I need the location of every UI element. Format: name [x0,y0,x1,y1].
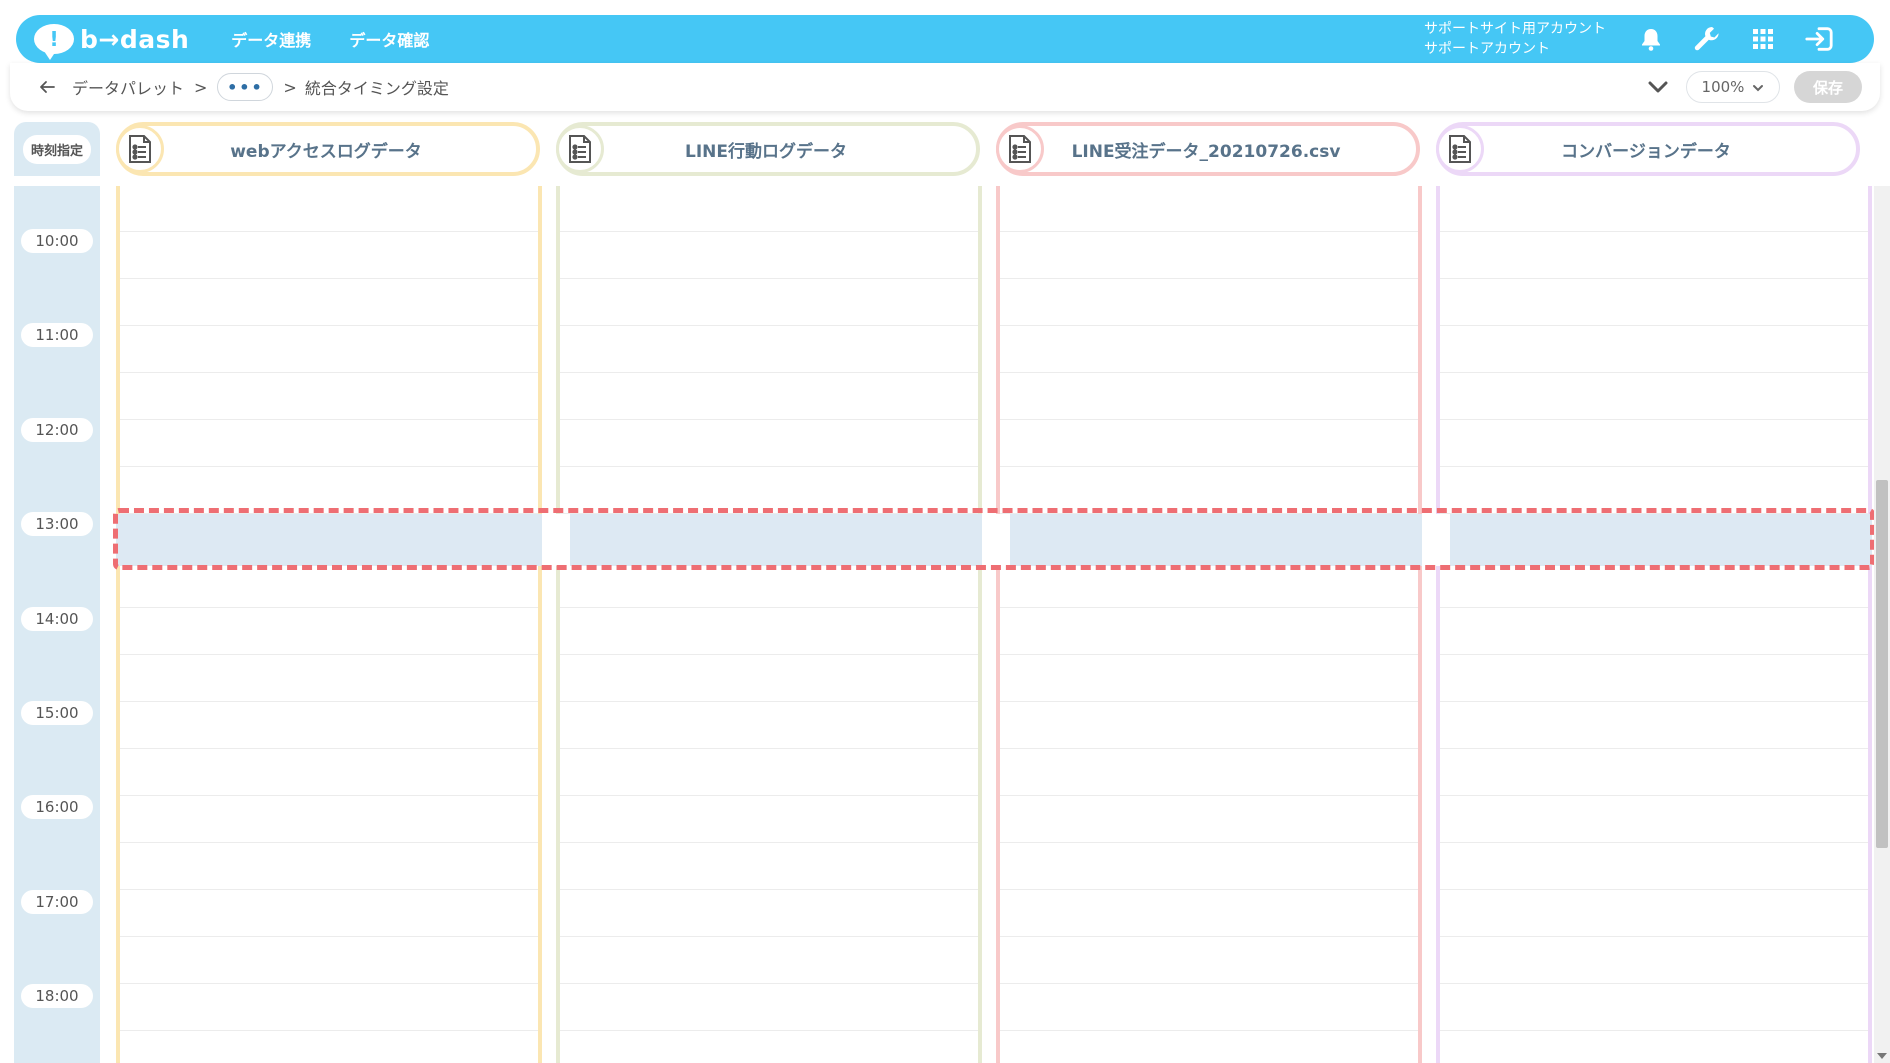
column-header-web-access-log[interactable]: webアクセスログデータ [116,122,540,176]
time-specify-label[interactable]: 時刻指定 [22,134,91,164]
bell-icon[interactable] [1636,24,1666,54]
breadcrumb-more-button[interactable]: ••• [217,73,274,101]
save-button[interactable]: 保存 [1794,71,1862,103]
column-header-line-order-csv[interactable]: LINE受注データ_20210726.csv [996,122,1420,176]
breadcrumb-separator: > [283,77,297,97]
timeline-grid[interactable]: 10:00 11:00 12:00 13:00 14:00 15:00 16:0… [14,186,1874,1063]
logo-mark-text: ! [49,27,59,51]
account-user-name: サポートアカウント [1424,41,1550,57]
row-gap [982,514,1010,566]
scrollbar-thumb[interactable] [1876,480,1888,848]
time-label: 10:00 [21,229,93,253]
zoom-select[interactable]: 100% [1686,71,1780,103]
account-site-name: サポートサイト用アカウント [1424,21,1606,37]
time-label: 13:00 [21,512,93,536]
column-header-conversion[interactable]: コンバージョンデータ [1436,122,1860,176]
document-icon [1436,125,1484,173]
chevron-down-icon [1752,78,1764,96]
column-label: コンバージョンデータ [1561,141,1731,162]
breadcrumb: データパレット > ••• > 統合タイミング設定 100% 保存 [10,63,1880,111]
app-logo[interactable]: ! b→dash [34,15,189,63]
time-label: 15:00 [21,701,93,725]
time-label: 18:00 [21,984,93,1008]
logout-icon[interactable] [1804,24,1834,54]
vertical-scrollbar[interactable] [1874,186,1890,1063]
time-label: 14:00 [21,607,93,631]
time-axis: 10:00 11:00 12:00 13:00 14:00 15:00 16:0… [14,186,100,1063]
nav-data-integration[interactable]: データ連携 [231,27,311,51]
column-body-line-action-log[interactable] [556,186,982,1063]
top-navigation-bar: ! b→dash データ連携 データ確認 サポートサイト用アカウント サポートア… [16,15,1874,63]
column-body-web-access-log[interactable] [116,186,542,1063]
column-body-line-order-csv[interactable] [996,186,1422,1063]
breadcrumb-separator: > [194,77,208,97]
time-label: 17:00 [21,890,93,914]
nav-data-check[interactable]: データ確認 [349,27,429,51]
account-info[interactable]: サポートサイト用アカウント サポートアカウント [1424,19,1606,59]
zoom-value: 100% [1701,78,1745,96]
time-label: 12:00 [21,418,93,442]
breadcrumb-data-palette[interactable]: データパレット [72,75,184,99]
logo-mark-icon: ! [34,24,74,60]
time-label: 16:00 [21,795,93,819]
back-arrow-icon[interactable] [36,76,58,98]
time-label: 11:00 [21,323,93,347]
column-header-line-action-log[interactable]: LINE行動ログデータ [556,122,980,176]
breadcrumb-current-page: 統合タイミング設定 [304,79,449,98]
wrench-icon[interactable] [1692,24,1722,54]
column-label: LINE行動ログデータ [685,141,847,162]
scroll-down-arrow-icon[interactable] [1877,1053,1887,1059]
document-icon [116,125,164,173]
highlighted-time-row[interactable] [116,514,1872,566]
logo-text: b→dash [80,24,190,54]
row-gap [542,514,570,566]
grid-icon[interactable] [1748,24,1778,54]
column-label: webアクセスログデータ [230,141,422,162]
chevron-down-icon[interactable] [1644,73,1672,101]
document-icon [556,125,604,173]
time-column-header: 時刻指定 [14,122,100,176]
column-label: LINE受注データ_20210726.csv [1071,141,1341,162]
row-gap [1422,514,1450,566]
column-body-conversion[interactable] [1436,186,1872,1063]
document-icon [996,125,1044,173]
